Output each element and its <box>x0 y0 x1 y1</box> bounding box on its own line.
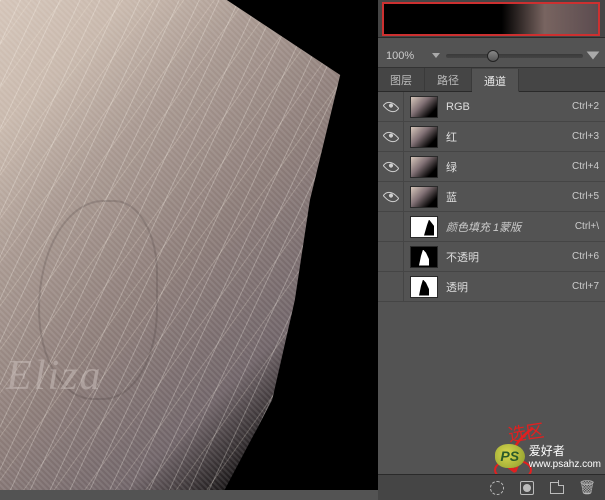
channel-shortcut: Ctrl+6 <box>572 251 599 262</box>
panel-tabs: 图层 路径 通道 <box>378 68 605 92</box>
visibility-toggle[interactable] <box>378 212 404 241</box>
visibility-toggle[interactable] <box>378 272 404 301</box>
channel-row[interactable]: 蓝Ctrl+5 <box>378 182 605 212</box>
channel-thumbnail <box>410 156 438 178</box>
right-panel: 100% 图层 路径 通道 RGBCtrl+2红Ctrl+3绿Ctrl+4蓝Ct… <box>378 0 605 500</box>
save-selection-mask-icon[interactable] <box>519 480 535 496</box>
channel-name: 透明 <box>446 279 572 295</box>
zoom-value[interactable]: 100% <box>386 50 426 62</box>
channel-name: RGB <box>446 101 572 113</box>
channel-thumbnail <box>410 246 438 268</box>
channel-thumbnail <box>410 186 438 208</box>
channel-row[interactable]: 红Ctrl+3 <box>378 122 605 152</box>
tab-layers[interactable]: 图层 <box>378 68 425 91</box>
canvas-status-bar <box>0 490 378 500</box>
visibility-toggle[interactable] <box>378 182 404 211</box>
channel-row[interactable]: 颜色填充 1蒙版Ctrl+\ <box>378 212 605 242</box>
eye-icon <box>382 158 399 175</box>
site-watermark: PS 爱好者 www.psahz.com <box>495 442 601 470</box>
channel-row[interactable]: RGBCtrl+2 <box>378 92 605 122</box>
visibility-toggle[interactable] <box>378 242 404 271</box>
visibility-toggle[interactable] <box>378 92 404 121</box>
site-watermark-label: 爱好者 <box>529 442 601 459</box>
visibility-toggle[interactable] <box>378 152 404 181</box>
channel-name: 绿 <box>446 159 572 175</box>
navigator-strip <box>378 0 605 38</box>
channel-name: 颜色填充 1蒙版 <box>446 219 575 235</box>
channel-thumbnail <box>410 126 438 148</box>
document-image: f Eliza <box>0 0 378 500</box>
zoom-in-icon[interactable] <box>587 52 600 60</box>
channel-shortcut: Ctrl+3 <box>572 131 599 142</box>
tab-channels[interactable]: 通道 <box>472 69 519 92</box>
eye-icon <box>382 188 399 205</box>
channel-shortcut: Ctrl+2 <box>572 101 599 112</box>
ps-logo-icon: PS <box>495 444 525 468</box>
zoom-slider-handle[interactable] <box>487 50 499 62</box>
new-channel-icon[interactable] <box>549 480 565 496</box>
channel-thumbnail <box>410 216 438 238</box>
channel-shortcut: Ctrl+\ <box>575 221 599 232</box>
channel-name: 蓝 <box>446 189 572 205</box>
channel-row[interactable]: 透明Ctrl+7 <box>378 272 605 302</box>
eye-icon <box>382 98 399 115</box>
channel-thumbnail <box>410 276 438 298</box>
channel-name: 红 <box>446 129 572 145</box>
canvas-area[interactable]: f Eliza <box>0 0 378 500</box>
channel-panel-footer: 🗑 <box>378 474 605 500</box>
zoom-out-icon[interactable] <box>432 53 440 58</box>
eye-icon <box>382 128 399 145</box>
delete-channel-icon[interactable]: 🗑 <box>579 480 595 496</box>
channel-row[interactable]: 绿Ctrl+4 <box>378 152 605 182</box>
navigator-thumbnail[interactable] <box>382 2 600 36</box>
channel-name: 不透明 <box>446 249 572 265</box>
channel-shortcut: Ctrl+5 <box>572 191 599 202</box>
load-selection-icon[interactable] <box>489 480 505 496</box>
channel-list: RGBCtrl+2红Ctrl+3绿Ctrl+4蓝Ctrl+5颜色填充 1蒙版Ct… <box>378 92 605 302</box>
zoom-slider[interactable] <box>446 54 583 58</box>
channel-row[interactable]: 不透明Ctrl+6 <box>378 242 605 272</box>
channel-thumbnail <box>410 96 438 118</box>
image-text-watermark: f Eliza <box>0 352 103 400</box>
channel-shortcut: Ctrl+7 <box>572 281 599 292</box>
zoom-row: 100% <box>378 38 605 68</box>
visibility-toggle[interactable] <box>378 122 404 151</box>
channel-shortcut: Ctrl+4 <box>572 161 599 172</box>
site-watermark-url: www.psahz.com <box>529 459 601 470</box>
tab-paths[interactable]: 路径 <box>425 68 472 91</box>
